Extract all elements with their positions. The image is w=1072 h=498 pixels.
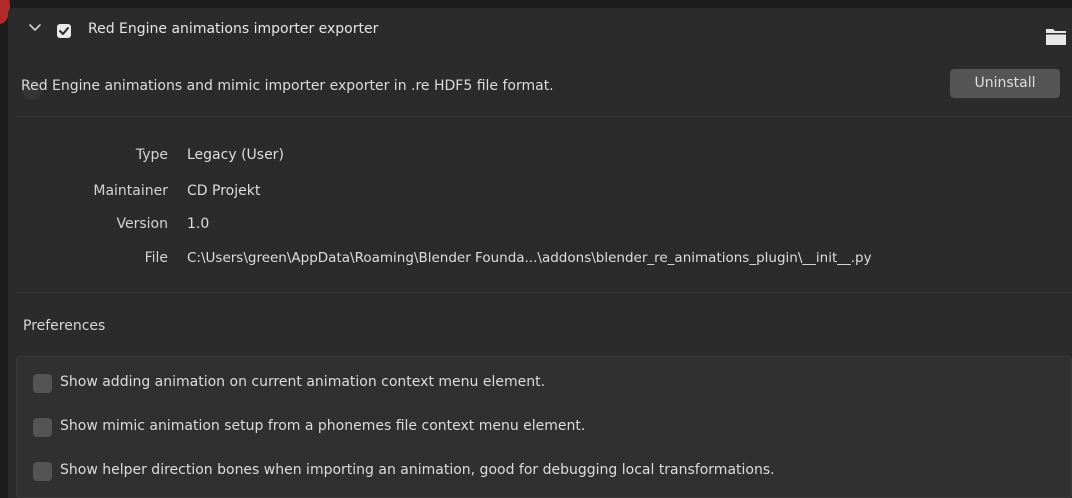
divider	[16, 116, 1072, 117]
chevron-down-icon[interactable]	[28, 21, 42, 35]
top-strip	[0, 0, 1072, 8]
pref-option-label[interactable]: Show helper direction bones when importi…	[60, 462, 775, 478]
addon-title[interactable]: Red Engine animations importer exporter	[88, 21, 378, 37]
pref-option-label[interactable]: Show mimic animation setup from a phonem…	[60, 418, 585, 434]
pref-checkbox[interactable]	[33, 462, 52, 481]
pref-option-label[interactable]: Show adding animation on current animati…	[60, 374, 545, 390]
pref-checkbox[interactable]	[33, 418, 52, 437]
preferences-box: Show adding animation on current animati…	[16, 356, 1072, 498]
version-value: 1.0	[187, 216, 210, 232]
preferences-heading: Preferences	[23, 318, 106, 334]
maintainer-value: CD Projekt	[187, 183, 261, 199]
file-path: C:\Users\green\AppData\Roaming\Blender F…	[187, 250, 872, 266]
preferences-window: Red Engine animations importer exporter …	[0, 0, 1072, 498]
addon-panel: Red Engine animations importer exporter …	[8, 8, 1072, 498]
pref-option-helper-bones[interactable]: Show helper direction bones when importi…	[17, 460, 1067, 484]
uninstall-button[interactable]: Uninstall	[950, 69, 1060, 98]
pref-option-mimic-setup[interactable]: Show mimic animation setup from a phonem…	[17, 416, 1067, 440]
checkmark-icon	[59, 27, 69, 35]
type-value: Legacy (User)	[187, 147, 284, 163]
addon-header[interactable]: Red Engine animations importer exporter	[8, 8, 1072, 55]
maintainer-label: Maintainer	[93, 183, 168, 199]
pref-checkbox[interactable]	[33, 374, 52, 393]
addon-description: Red Engine animations and mimic importer…	[21, 78, 554, 94]
addon-enable-checkbox[interactable]	[57, 24, 71, 38]
version-label: Version	[116, 216, 168, 232]
pref-option-add-animation[interactable]: Show adding animation on current animati…	[17, 372, 1067, 396]
file-label: File	[144, 250, 168, 266]
folder-icon[interactable]	[1046, 27, 1066, 47]
type-label: Type	[135, 147, 168, 163]
divider	[16, 292, 1072, 293]
